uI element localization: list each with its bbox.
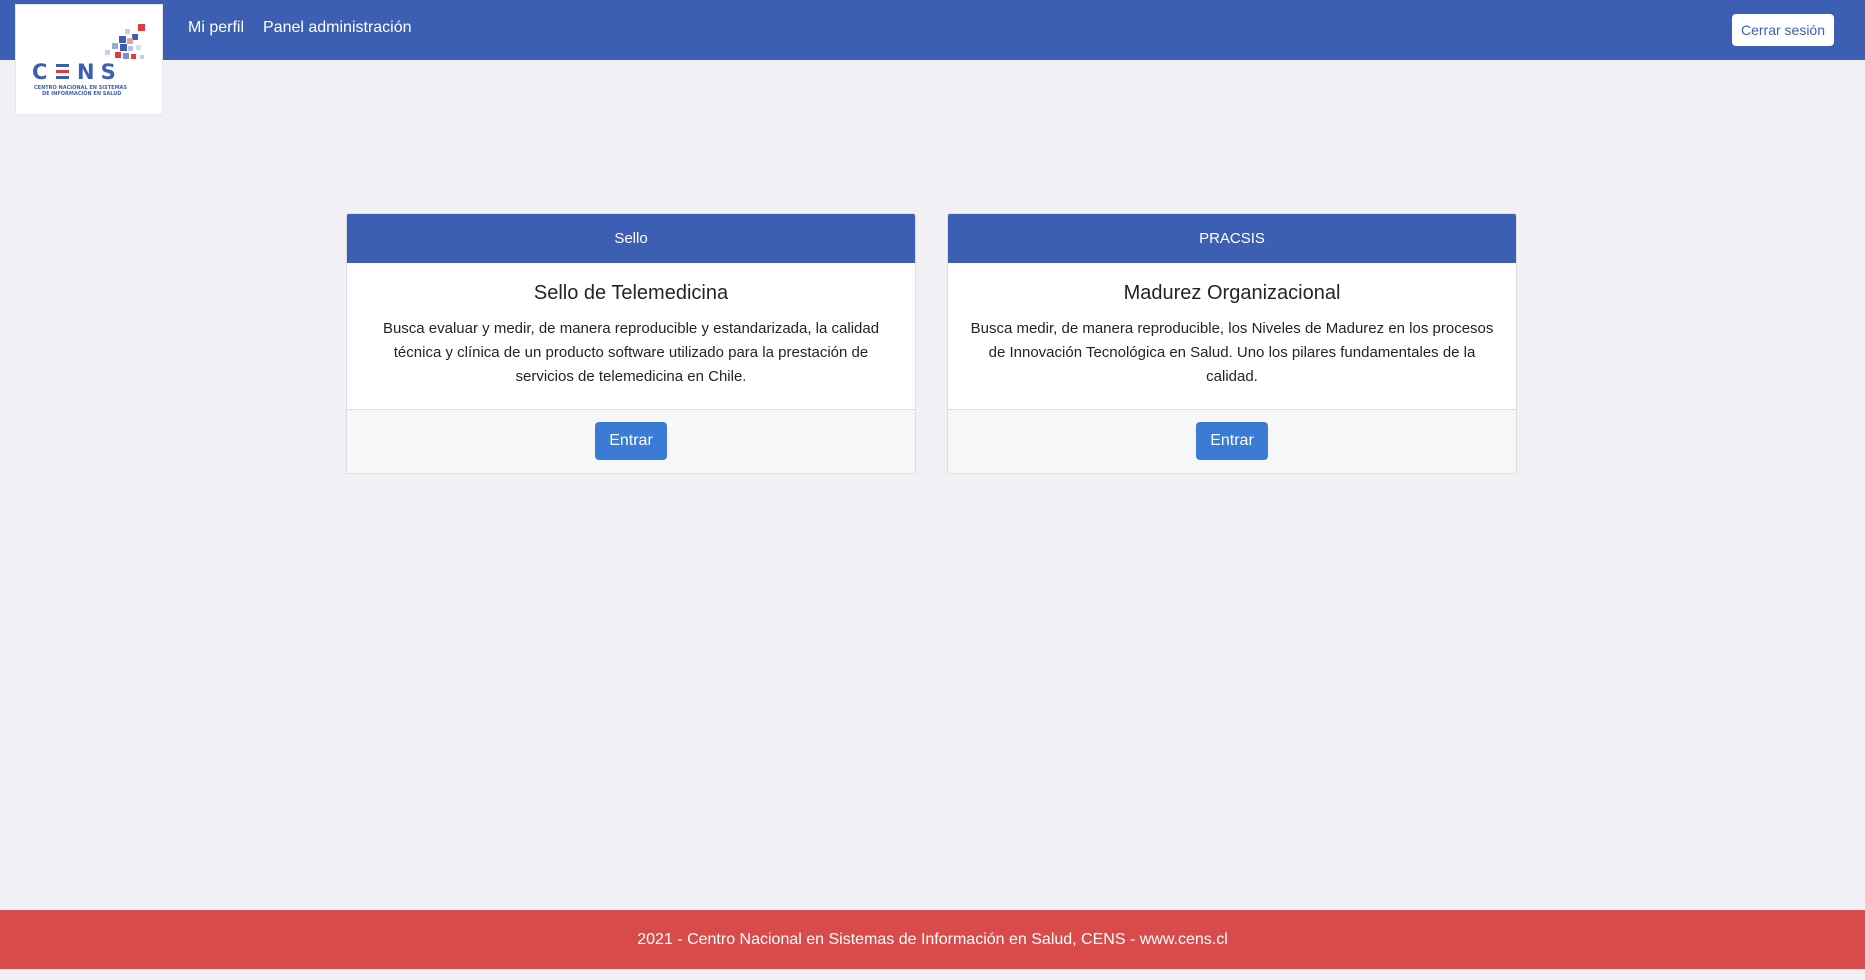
logo-subtitle-2: DE INFORMACIÓN EN SALUD (42, 90, 121, 97)
page-footer: 2021 - Centro Nacional en Sistemas de In… (0, 910, 1865, 969)
enter-sello-button[interactable]: Entrar (595, 422, 667, 460)
card-description: Busca evaluar y medir, de manera reprodu… (382, 320, 880, 385)
svg-text:C: C (32, 60, 53, 84)
card-header: PRACSIS (948, 214, 1516, 263)
cens-logo[interactable]: C NS CENTRO NACIONAL EN SISTEMAS DE INFO… (15, 4, 163, 115)
card-title: Sello de Telemedicina (533, 282, 729, 304)
card-footer: Entrar (347, 410, 915, 473)
card-title: Madurez Organizacional (1123, 282, 1341, 304)
card-body: Sello de Telemedicina Busca evaluar y me… (347, 263, 915, 410)
enter-pracsis-button[interactable]: Entrar (1196, 422, 1268, 460)
nav-link-profile[interactable]: Mi perfil (188, 19, 244, 37)
card-header: Sello (347, 214, 915, 263)
card-pracsis: PRACSIS Madurez Organizacional Busca med… (947, 213, 1517, 474)
card-body: Madurez Organizacional Busca medir, de m… (948, 263, 1516, 410)
logout-button[interactable]: Cerrar sesión (1731, 14, 1834, 46)
top-navbar: Mi perfil Panel administración Cerrar se… (0, 0, 1865, 60)
cens-logo-graphic: C NS CENTRO NACIONAL EN SISTEMAS DE INFO… (32, 24, 145, 97)
card-footer: Entrar (948, 410, 1516, 473)
nav-link-admin-panel[interactable]: Panel administración (263, 19, 412, 37)
card-description: Busca medir, de manera reproducible, los… (970, 320, 1494, 385)
svg-text:NS: NS (77, 60, 122, 84)
card-sello: Sello Sello de Telemedicina Busca evalua… (346, 213, 916, 474)
